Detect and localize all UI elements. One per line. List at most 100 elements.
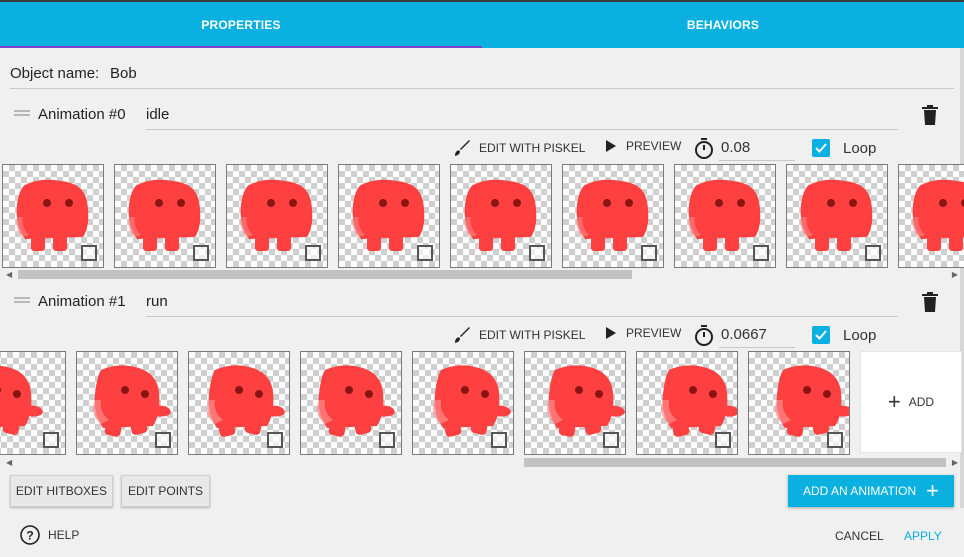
- scroll-left-icon[interactable]: ◀: [6, 270, 12, 279]
- frame-select-checkbox[interactable]: [865, 245, 881, 261]
- play-icon: [606, 140, 616, 152]
- animation-0-scrollbar[interactable]: ◀ ▶: [0, 268, 964, 280]
- sprite-frame[interactable]: [114, 164, 216, 268]
- frame-select-checkbox[interactable]: [267, 432, 283, 448]
- animation-0-name[interactable]: idle: [146, 106, 169, 123]
- frame-select-checkbox[interactable]: [155, 432, 171, 448]
- object-name-value[interactable]: Bob: [110, 65, 137, 82]
- animation-0-loop-toggle[interactable]: Loop: [812, 139, 876, 157]
- sprite-frame[interactable]: [300, 351, 402, 455]
- sprite-frame[interactable]: [2, 164, 104, 268]
- preview-label: PREVIEW: [626, 139, 682, 153]
- animation-1-timer-input[interactable]: 0.0667: [719, 324, 795, 348]
- plus-icon: +: [926, 478, 939, 503]
- animation-0-timer-input[interactable]: 0.08: [719, 137, 795, 161]
- animation-1-name-field[interactable]: run: [146, 291, 898, 317]
- animation-0-header: Animation #0 idle: [0, 100, 964, 140]
- frame-select-checkbox[interactable]: [753, 245, 769, 261]
- plus-icon: +: [887, 389, 901, 414]
- object-name-field[interactable]: Object name: Bob: [10, 62, 954, 89]
- frame-select-checkbox[interactable]: [379, 432, 395, 448]
- animation-1-label: Animation #1: [38, 293, 126, 310]
- tab-behaviors[interactable]: BEHAVIORS: [482, 2, 964, 48]
- preview-label: PREVIEW: [626, 326, 682, 340]
- animation-1-toolbar: EDIT WITH PISKEL PREVIEW 0.0667 Loop: [0, 322, 964, 350]
- sprite-frame[interactable]: [76, 351, 178, 455]
- help-circle-icon: ?: [20, 525, 40, 545]
- trash-icon[interactable]: [921, 105, 939, 125]
- frame-select-checkbox[interactable]: [81, 245, 97, 261]
- frame-select-checkbox[interactable]: [715, 432, 731, 448]
- frame-select-checkbox[interactable]: [827, 432, 843, 448]
- sprite-frame[interactable]: [748, 351, 850, 455]
- animation-0-toolbar: EDIT WITH PISKEL PREVIEW 0.08 Loop: [0, 135, 964, 163]
- help-label: HELP: [48, 528, 80, 542]
- sprite-frame[interactable]: [338, 164, 440, 268]
- sprite-frame[interactable]: [226, 164, 328, 268]
- drag-handle-icon[interactable]: [14, 110, 30, 120]
- frame-select-checkbox[interactable]: [305, 245, 321, 261]
- edit-points-button[interactable]: EDIT POINTS: [121, 475, 210, 507]
- play-icon: [606, 327, 616, 339]
- sprite-frame[interactable]: [562, 164, 664, 268]
- sprite-frame[interactable]: [412, 351, 514, 455]
- loop-label: Loop: [843, 139, 877, 157]
- animation-0-label: Animation #0: [38, 106, 126, 123]
- frame-select-checkbox[interactable]: [43, 432, 59, 448]
- edit-with-piskel-label: EDIT WITH PISKEL: [479, 328, 586, 342]
- checkbox-icon[interactable]: [812, 139, 830, 157]
- sprite-frame[interactable]: [0, 351, 66, 455]
- timer-icon: [695, 325, 713, 346]
- frame-select-checkbox[interactable]: [193, 245, 209, 261]
- scroll-right-icon[interactable]: ▶: [952, 270, 958, 279]
- add-frame-label: ADD: [908, 395, 935, 409]
- edit-hitboxes-button[interactable]: EDIT HITBOXES: [10, 475, 113, 507]
- svg-text:?: ?: [26, 529, 33, 543]
- add-frame-button[interactable]: + ADD: [860, 351, 962, 453]
- help-button[interactable]: ? HELP: [20, 525, 79, 545]
- scroll-thumb[interactable]: [18, 270, 632, 279]
- tab-properties[interactable]: PROPERTIES: [0, 2, 482, 48]
- object-name-label: Object name:: [10, 65, 100, 82]
- frame-select-checkbox[interactable]: [491, 432, 507, 448]
- dialog-footer: ? HELP CANCEL APPLY: [0, 518, 964, 554]
- animation-0-name-field[interactable]: idle: [146, 104, 898, 130]
- sprite-frame[interactable]: [674, 164, 776, 268]
- scroll-thumb[interactable]: [524, 458, 946, 467]
- frame-select-checkbox[interactable]: [603, 432, 619, 448]
- frame-select-checkbox[interactable]: [641, 245, 657, 261]
- timer-icon: [695, 138, 713, 159]
- tab-bar: PROPERTIES BEHAVIORS: [0, 2, 964, 48]
- animation-0-frames: [0, 164, 964, 268]
- sprite-frame[interactable]: [636, 351, 738, 455]
- sprite-frame[interactable]: [898, 164, 964, 268]
- animation-1-name[interactable]: run: [146, 293, 168, 310]
- sprite-frame[interactable]: [188, 351, 290, 455]
- frame-select-checkbox[interactable]: [417, 245, 433, 261]
- brush-icon: [455, 327, 470, 343]
- trash-icon[interactable]: [921, 292, 939, 312]
- drag-handle-icon[interactable]: [14, 297, 30, 307]
- animation-1-frames: + ADD: [0, 351, 964, 455]
- edit-with-piskel-button[interactable]: EDIT WITH PISKEL: [453, 139, 585, 157]
- edit-with-piskel-button[interactable]: EDIT WITH PISKEL: [453, 326, 585, 344]
- sprite-frame[interactable]: [450, 164, 552, 268]
- sprite-frame[interactable]: [786, 164, 888, 268]
- brush-icon: [455, 140, 470, 156]
- sprite-frame[interactable]: [524, 351, 626, 455]
- apply-button[interactable]: APPLY: [904, 529, 942, 543]
- cancel-button[interactable]: CANCEL: [835, 529, 884, 543]
- loop-label: Loop: [843, 326, 877, 344]
- edit-with-piskel-label: EDIT WITH PISKEL: [479, 141, 586, 155]
- animation-1-scrollbar[interactable]: ◀ ▶: [0, 456, 964, 468]
- add-animation-button[interactable]: ADD AN ANIMATION +: [788, 475, 954, 507]
- animation-1-header: Animation #1 run: [0, 287, 964, 327]
- scroll-left-icon[interactable]: ◀: [6, 458, 12, 467]
- frame-select-checkbox[interactable]: [529, 245, 545, 261]
- checkbox-icon[interactable]: [812, 326, 830, 344]
- add-animation-label: ADD AN ANIMATION: [803, 484, 917, 498]
- animation-1-loop-toggle[interactable]: Loop: [812, 326, 876, 344]
- preview-button[interactable]: PREVIEW: [604, 326, 681, 340]
- scroll-right-icon[interactable]: ▶: [952, 458, 958, 467]
- preview-button[interactable]: PREVIEW: [604, 139, 681, 153]
